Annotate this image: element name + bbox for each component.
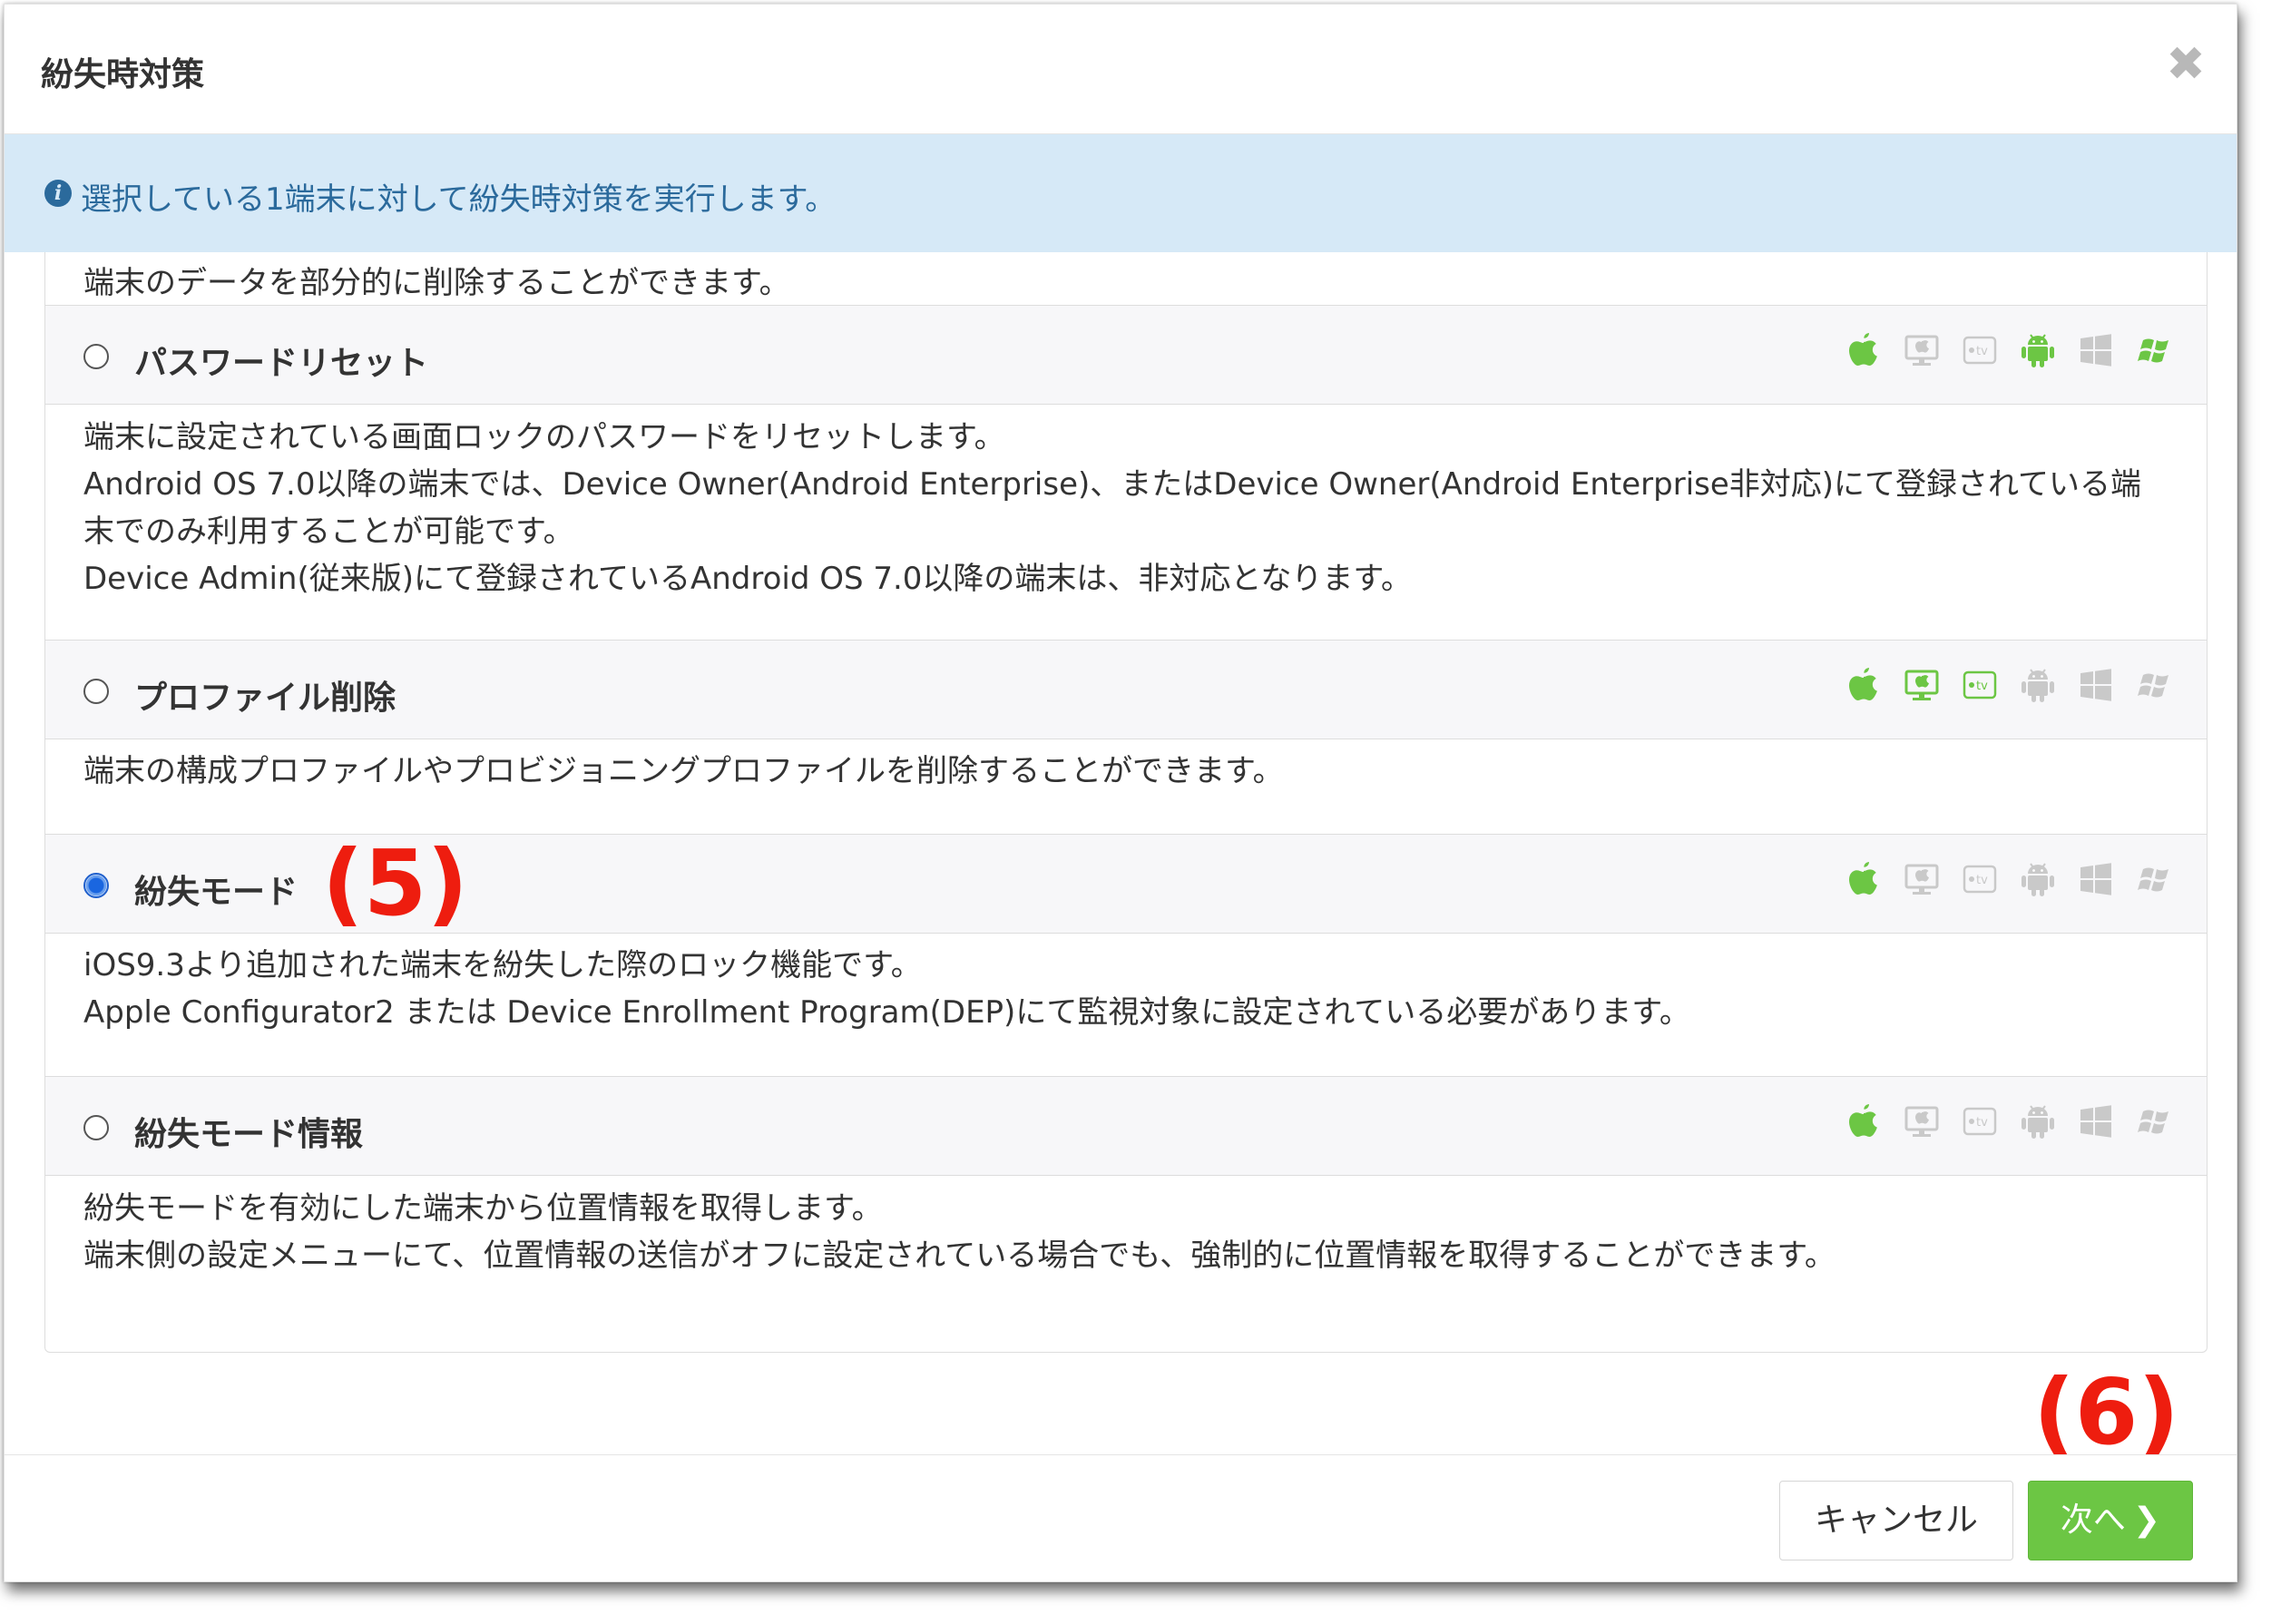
description-line: 紛失モードを有効にした端末から位置情報を取得します。 bbox=[83, 1190, 883, 1227]
description-line: 端末側の設定メニューにて、位置情報の送信がオフに設定されている場合でも、強制的に… bbox=[83, 1238, 1836, 1274]
option-label: プロファイル削除 bbox=[134, 680, 396, 717]
description-line: Device Admin(従来版)にて登録されているAndroid OS 7.0… bbox=[83, 561, 1413, 597]
option-description: 端末の構成プロファイルやプロビジョニングプロファイルを削除することができます。 bbox=[45, 748, 2207, 795]
windows-legacy-icon bbox=[2136, 858, 2172, 900]
platform-icons: tv bbox=[1845, 329, 2172, 371]
android-icon bbox=[2020, 329, 2056, 371]
description-line: 末でのみ利用することが可能です。 bbox=[83, 514, 574, 550]
apple-tv-icon: tv bbox=[1962, 664, 1998, 706]
macos-icon bbox=[1904, 329, 1940, 371]
macos-icon bbox=[1904, 858, 1940, 900]
apple-tv-icon: tv bbox=[1962, 329, 1998, 371]
apple-icon bbox=[1845, 329, 1882, 371]
next-button[interactable]: 次へ ❯ bbox=[2028, 1481, 2193, 1560]
android-icon bbox=[2020, 1101, 2056, 1142]
apple-icon bbox=[1845, 1101, 1882, 1142]
macos-icon bbox=[1904, 1101, 1940, 1142]
windows-icon bbox=[2078, 664, 2114, 706]
close-icon[interactable]: ✖ bbox=[2162, 41, 2209, 88]
svg-text:tv: tv bbox=[1976, 345, 1988, 358]
windows-icon bbox=[2078, 1101, 2114, 1142]
option-label: 紛失モード bbox=[134, 874, 299, 911]
svg-text:tv: tv bbox=[1976, 1116, 1988, 1130]
info-alert: i 選択している1端末に対して紛失時対策を実行します。 bbox=[5, 134, 2237, 252]
option-label: 紛失モード情報 bbox=[134, 1116, 364, 1153]
radio-lost-mode[interactable] bbox=[83, 873, 109, 898]
apple-icon bbox=[1845, 664, 1882, 706]
apple-icon bbox=[1845, 858, 1882, 900]
description-line: Apple Configurator2 または Device Enrollmen… bbox=[83, 994, 1690, 1031]
option-description: 端末に設定されている画面ロックのパスワードをリセットします。 Android O… bbox=[45, 414, 2207, 602]
description-line: Android OS 7.0以降の端末では、Device Owner(Andro… bbox=[83, 466, 2142, 503]
description-line: 端末の構成プロファイルやプロビジョニングプロファイルを削除することができます。 bbox=[83, 753, 1284, 789]
option-description: 紛失モードを有効にした端末から位置情報を取得します。 端末側の設定メニューにて、… bbox=[45, 1185, 2207, 1279]
android-icon bbox=[2020, 664, 2056, 706]
macos-icon bbox=[1904, 664, 1940, 706]
radio-password-reset[interactable] bbox=[83, 344, 109, 369]
options-panel: 端末のデータを部分的に削除することができます。 パスワードリセット tv 端末に… bbox=[44, 252, 2208, 1353]
platform-icons: tv bbox=[1845, 664, 2172, 706]
option-profile-delete[interactable]: プロファイル削除 tv bbox=[45, 640, 2207, 739]
info-icon: i bbox=[44, 180, 72, 207]
annotation-step-6: (6) bbox=[2033, 1359, 2179, 1465]
next-button-label: 次へ bbox=[2060, 1502, 2126, 1539]
description-line: iOS9.3より追加された端末を紛失した際のロック機能です。 bbox=[83, 947, 922, 983]
svg-text:tv: tv bbox=[1976, 680, 1988, 693]
windows-legacy-icon bbox=[2136, 329, 2172, 371]
platform-icons: tv bbox=[1845, 858, 2172, 900]
top-description: 端末のデータを部分的に削除することができます。 bbox=[45, 259, 2207, 307]
option-lost-mode[interactable]: 紛失モード (5) tv bbox=[45, 834, 2207, 934]
annotation-step-5: (5) bbox=[322, 830, 468, 936]
svg-text:tv: tv bbox=[1976, 874, 1988, 887]
option-description: iOS9.3より追加された端末を紛失した際のロック機能です。 Apple Con… bbox=[45, 942, 2207, 1036]
windows-legacy-icon bbox=[2136, 664, 2172, 706]
radio-lost-mode-info[interactable] bbox=[83, 1115, 109, 1140]
windows-legacy-icon bbox=[2136, 1101, 2172, 1142]
dialog-footer: キャンセル 次へ ❯ bbox=[5, 1454, 2237, 1581]
info-alert-text: 選択している1端末に対して紛失時対策を実行します。 bbox=[81, 181, 837, 218]
platform-icons: tv bbox=[1845, 1101, 2172, 1142]
apple-tv-icon: tv bbox=[1962, 858, 1998, 900]
android-icon bbox=[2020, 858, 2056, 900]
cancel-button[interactable]: キャンセル bbox=[1779, 1481, 2013, 1560]
windows-icon bbox=[2078, 329, 2114, 371]
apple-tv-icon: tv bbox=[1962, 1101, 1998, 1142]
description-line: 端末に設定されている画面ロックのパスワードをリセットします。 bbox=[83, 419, 1005, 455]
dialog-header: 紛失時対策 ✖ bbox=[5, 5, 2237, 134]
radio-profile-delete[interactable] bbox=[83, 679, 109, 704]
option-label: パスワードリセット bbox=[134, 345, 429, 382]
chevron-right-icon: ❯ bbox=[2132, 1502, 2161, 1539]
lost-device-dialog: 紛失時対策 ✖ i 選択している1端末に対して紛失時対策を実行します。 端末のデ… bbox=[4, 4, 2237, 1582]
windows-icon bbox=[2078, 858, 2114, 900]
description-line: 端末のデータを部分的に削除することができます。 bbox=[83, 265, 790, 301]
option-password-reset[interactable]: パスワードリセット tv bbox=[45, 305, 2207, 405]
dialog-title: 紛失時対策 bbox=[41, 56, 205, 93]
option-lost-mode-info[interactable]: 紛失モード情報 tv bbox=[45, 1076, 2207, 1176]
